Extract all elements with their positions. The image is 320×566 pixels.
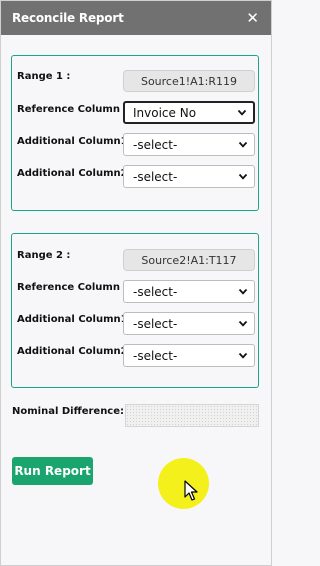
- range1-additional2-select[interactable]: -select-: [123, 165, 255, 188]
- chevron-down-icon: [238, 352, 248, 359]
- range1-additional2-label: Additional Column2:: [17, 168, 132, 179]
- range2-additional2-value: -select-: [133, 348, 178, 363]
- run-report-button[interactable]: Run Report: [12, 457, 93, 485]
- range1-additional1-select[interactable]: -select-: [123, 133, 255, 156]
- chevron-down-icon: [237, 109, 247, 116]
- window-title: Reconcile Report: [12, 11, 124, 25]
- range2-additional1-label: Additional Column1:: [17, 314, 132, 325]
- chevron-down-icon: [238, 320, 248, 327]
- range2-label: Range 2 :: [17, 250, 71, 261]
- range1-reference-label: Reference Column :: [17, 104, 128, 115]
- range2-additional1-select[interactable]: -select-: [123, 312, 255, 335]
- range2-panel: Range 2 : Source2!A1:T117 Reference Colu…: [11, 233, 259, 388]
- mouse-cursor-icon: [184, 480, 198, 501]
- range2-additional2-select[interactable]: -select-: [123, 344, 255, 367]
- range2-reference-value: -select-: [133, 284, 178, 299]
- range2-value[interactable]: Source2!A1:T117: [123, 249, 255, 271]
- range1-additional2-value: -select-: [133, 169, 178, 184]
- range1-value[interactable]: Source1!A1:R119: [123, 70, 255, 92]
- range2-additional1-value: -select-: [133, 316, 178, 331]
- chevron-down-icon: [238, 288, 248, 295]
- title-bar: Reconcile Report ✕: [1, 1, 271, 35]
- range2-reference-label: Reference Column :: [17, 282, 128, 293]
- chevron-down-icon: [238, 141, 248, 148]
- close-icon[interactable]: ✕: [246, 10, 259, 26]
- nominal-difference-input[interactable]: [125, 404, 259, 427]
- range2-reference-select[interactable]: -select-: [123, 280, 255, 303]
- chevron-down-icon: [238, 173, 248, 180]
- range1-reference-select[interactable]: Invoice No: [123, 101, 255, 124]
- range1-additional1-value: -select-: [133, 137, 178, 152]
- nominal-difference-label: Nominal Difference:: [12, 406, 125, 417]
- range1-label: Range 1 :: [17, 71, 71, 82]
- range1-additional1-label: Additional Column1:: [17, 136, 132, 147]
- range1-reference-value: Invoice No: [133, 105, 197, 120]
- range1-panel: Range 1 : Source1!A1:R119 Reference Colu…: [11, 55, 259, 211]
- range2-additional2-label: Additional Column2:: [17, 346, 132, 357]
